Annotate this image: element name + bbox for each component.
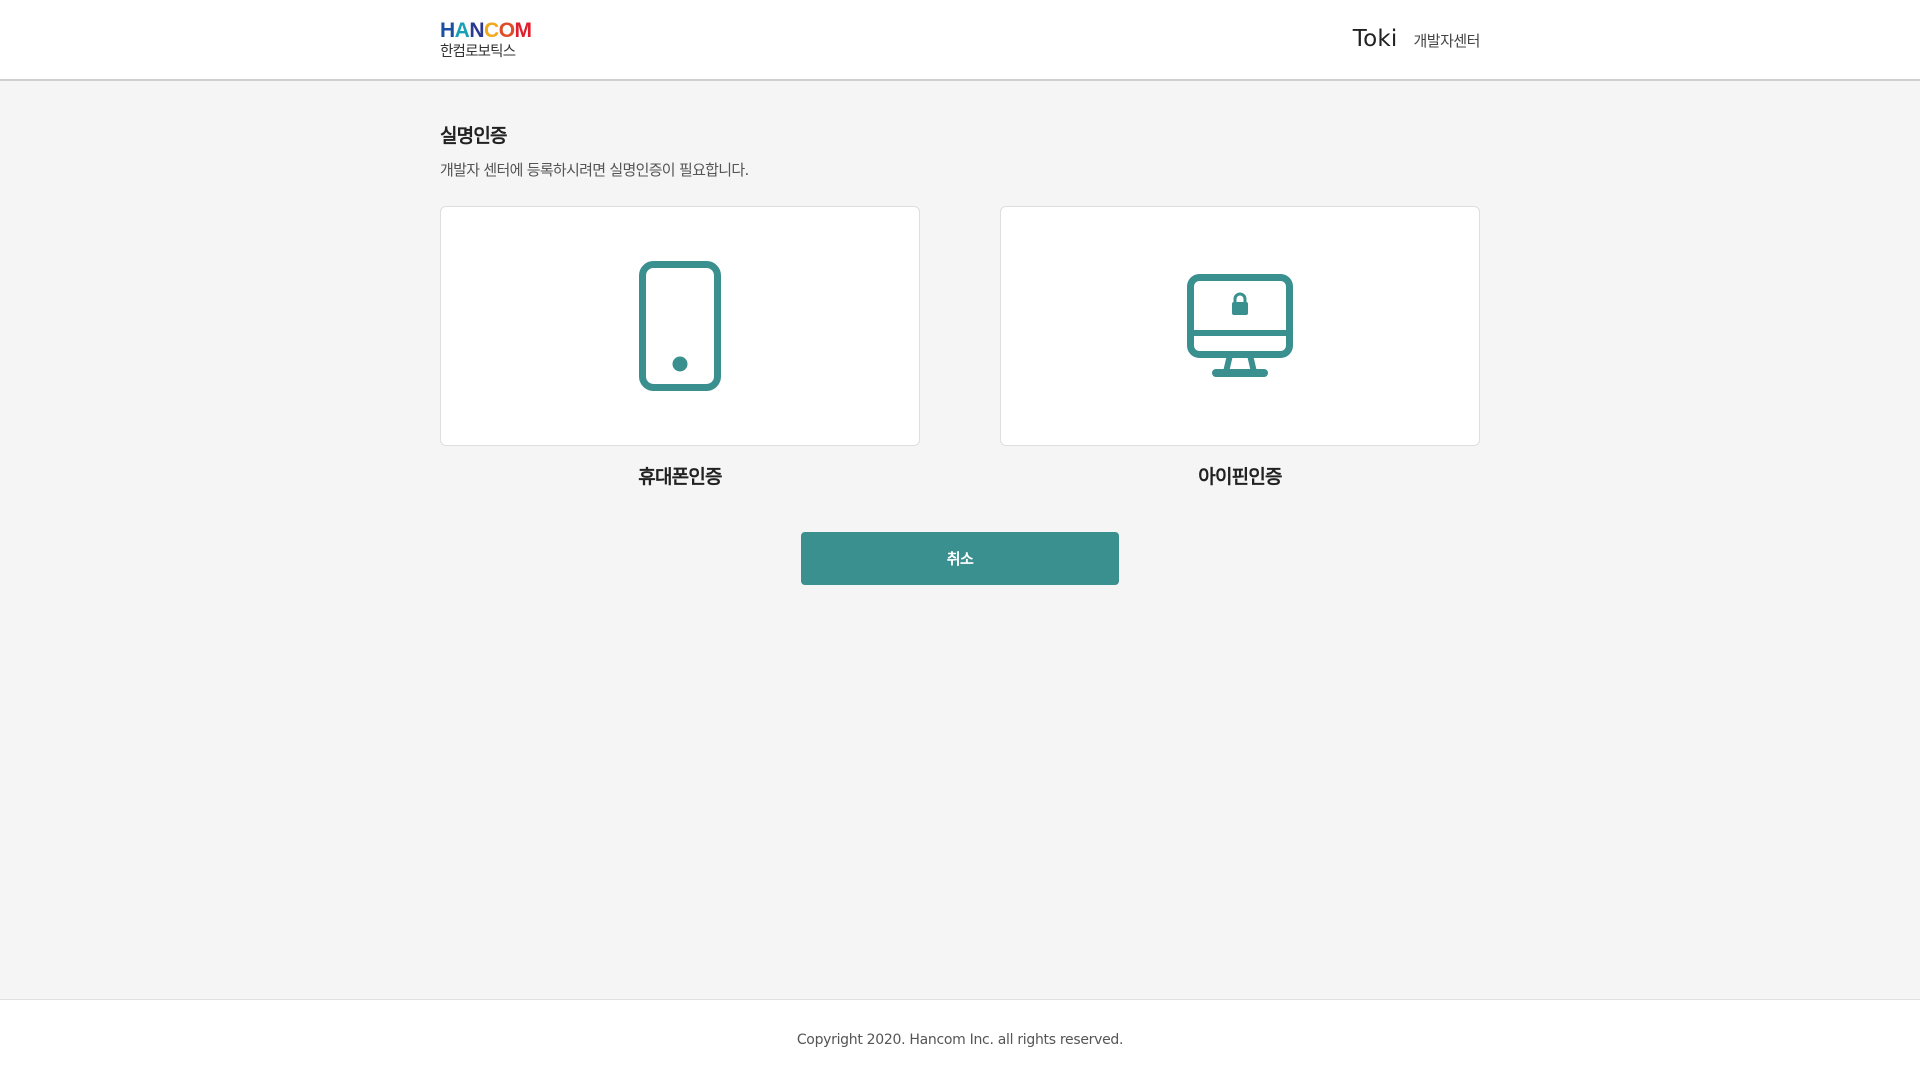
header-brand: Toki 개발자센터 [1353,26,1481,52]
monitor-lock-icon [1187,274,1293,377]
developer-center-link[interactable]: 개발자센터 [1413,30,1480,51]
page-description: 개발자 센터에 등록하시려면 실명인증이 필요합니다. [440,161,749,179]
logo-letter: M [514,19,533,42]
smartphone-icon [639,261,721,391]
page-title: 실명인증 [440,125,508,147]
logo-wordmark: H A N C O M [440,20,555,41]
logo-letter: O [498,19,515,42]
ipin-verification-option[interactable]: 아이핀인증 [1000,206,1480,489]
ipin-verification-label[interactable]: 아이핀인증 [1000,462,1480,489]
phone-verification-card[interactable] [440,206,920,446]
phone-verification-option[interactable]: 휴대폰인증 [440,206,920,489]
brand-name[interactable]: Toki [1353,26,1398,52]
logo-subtitle: 한컴로보틱스 [440,44,516,60]
cancel-button[interactable]: 취소 [801,532,1119,585]
footer: Copyright 2020. Hancom Inc. all rights r… [0,999,1920,1080]
logo-letter: C [484,19,499,42]
top-header: H A N C O M 한컴로보틱스 Toki 개발자센터 [0,0,1920,81]
phone-verification-label[interactable]: 휴대폰인증 [440,462,920,489]
hancom-robotics-logo[interactable]: H A N C O M 한컴로보틱스 [440,20,555,64]
logo-letter: H [440,19,455,42]
logo-letter: N [469,19,485,42]
ipin-verification-card[interactable] [1000,206,1480,446]
logo-letter: A [454,19,470,42]
copyright-text: Copyright 2020. Hancom Inc. all rights r… [796,1032,1124,1048]
